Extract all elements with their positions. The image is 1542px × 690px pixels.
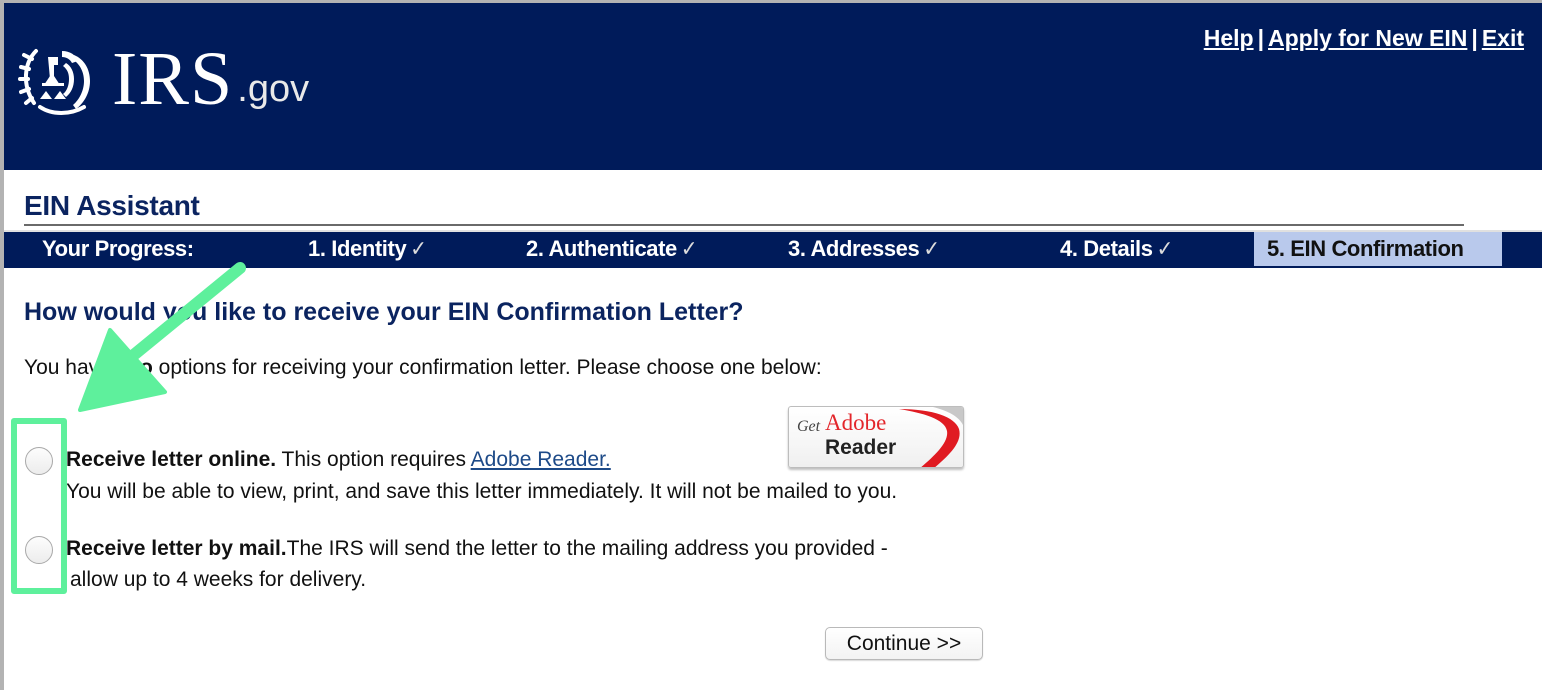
option-online-text: This option requires xyxy=(276,448,471,471)
option-online-line1: Receive letter online. This option requi… xyxy=(66,448,611,472)
option-online-title: Receive letter online. xyxy=(66,448,277,471)
adobe-brand-text: Adobe xyxy=(825,410,887,435)
adobe-reader-text: Reader xyxy=(825,436,897,459)
irs-eagle-seal-icon xyxy=(18,49,90,115)
progress-step-identity: 1. Identity ✓ xyxy=(308,236,427,262)
adobe-swoosh-icon xyxy=(899,407,963,467)
check-icon: ✓ xyxy=(410,237,427,262)
step-label: 3. Addresses xyxy=(788,236,920,261)
check-icon: ✓ xyxy=(1156,237,1174,262)
link-separator: | xyxy=(1471,25,1478,51)
logo-irs-text: IRS xyxy=(112,37,234,121)
progress-step-details: 4. Details ✓ xyxy=(1060,236,1173,262)
irs-logo[interactable]: IRS .gov xyxy=(18,37,309,117)
progress-bar: Your Progress: 1. Identity ✓ 2. Authentic… xyxy=(4,230,1542,268)
help-link[interactable]: Help xyxy=(1204,25,1254,51)
intro-suffix: options for receiving your confirmation … xyxy=(152,356,822,379)
exit-link[interactable]: Exit xyxy=(1482,25,1524,51)
intro-text: You have two options for receiving your … xyxy=(24,356,822,380)
option-mail-text: The IRS will send the letter to the mail… xyxy=(286,537,888,560)
question-heading: How would you like to receive your EIN C… xyxy=(24,298,744,326)
check-icon: ✓ xyxy=(923,237,940,262)
get-adobe-reader-badge[interactable]: Get Adobe Reader xyxy=(788,406,964,468)
link-separator: | xyxy=(1257,25,1265,51)
progress-step-addresses: 3. Addresses ✓ xyxy=(788,236,940,262)
step-label: 1. Identity xyxy=(308,236,407,261)
header-links: Help | Apply for New EIN | Exit xyxy=(1204,25,1524,52)
page-title: EIN Assistant xyxy=(24,190,200,221)
logo-gov-text: .gov xyxy=(237,68,310,110)
step-label: 2. Authenticate xyxy=(526,236,677,261)
continue-button[interactable]: Continue >> xyxy=(825,627,983,660)
progress-step-ein-confirmation: 5. EIN Confirmation xyxy=(1254,232,1502,266)
adobe-reader-link[interactable]: Adobe Reader. xyxy=(471,448,611,471)
option-online-line2: You will be able to view, print, and sav… xyxy=(66,480,898,503)
step-label: 4. Details xyxy=(1060,236,1153,261)
intro-prefix: You have xyxy=(24,356,117,379)
check-icon: ✓ xyxy=(680,237,698,262)
annotation-highlight-box xyxy=(11,418,67,594)
option-mail-line2: allow up to 4 weeks for delivery. xyxy=(70,568,367,591)
progress-step-authenticate: 2. Authenticate ✓ xyxy=(526,236,697,262)
intro-bold: two xyxy=(116,356,153,379)
progress-label: Your Progress: xyxy=(42,236,194,261)
adobe-get-text: Get xyxy=(797,418,821,435)
option-mail-title: Receive letter by mail. xyxy=(66,537,287,560)
option-mail-line1: Receive letter by mail.The IRS will send… xyxy=(66,537,888,561)
site-header: IRS .gov Help | Apply for New EIN | Exit xyxy=(4,3,1542,170)
apply-new-ein-link[interactable]: Apply for New EIN xyxy=(1268,25,1467,51)
title-divider xyxy=(24,224,1464,226)
